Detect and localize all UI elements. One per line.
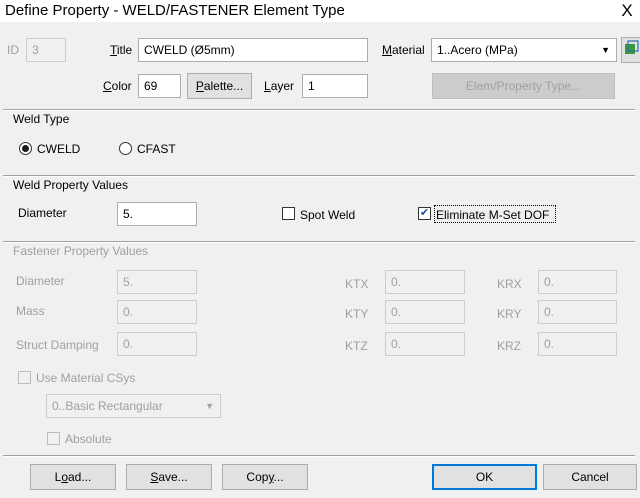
separator-weld-property xyxy=(3,175,635,177)
material-value: 1..Acero (MPa) xyxy=(437,43,518,57)
cfast-label[interactable]: CFAST xyxy=(137,142,176,156)
struct-damping-input: 0. xyxy=(117,332,197,356)
eliminate-mset-checkbox[interactable]: ✔ xyxy=(418,207,431,220)
title-input[interactable]: CWELD (Ø5mm) xyxy=(138,38,368,62)
spot-weld-checkbox[interactable] xyxy=(282,207,295,220)
copy-button[interactable]: Copy... xyxy=(222,464,308,490)
cweld-radio[interactable] xyxy=(19,142,32,155)
absolute-label: Absolute xyxy=(65,432,112,446)
absolute-checkbox xyxy=(47,432,60,445)
krx-label: KRX xyxy=(497,277,522,291)
krz-label: KRZ xyxy=(497,339,521,353)
struct-damping-label: Struct Damping xyxy=(16,338,99,352)
separator-footer xyxy=(3,455,635,457)
krx-input: 0. xyxy=(538,270,617,294)
fastener-diameter-label: Diameter xyxy=(16,274,65,288)
use-material-csys-label: Use Material CSys xyxy=(36,371,136,385)
ktz-input: 0. xyxy=(385,332,465,356)
close-icon[interactable]: X xyxy=(614,0,640,22)
material-browse-icon[interactable] xyxy=(621,37,640,63)
kty-label: KTY xyxy=(345,307,369,321)
title-label: Title xyxy=(110,43,133,57)
palette-button[interactable]: Palette... xyxy=(187,73,252,99)
csys-select: 0..Basic Rectangular ▼ xyxy=(46,394,221,418)
fastener-mass-label: Mass xyxy=(16,304,45,318)
spot-weld-label[interactable]: Spot Weld xyxy=(300,208,355,222)
fastener-mass-input: 0. xyxy=(117,300,197,324)
color-label: Color xyxy=(103,79,132,93)
layer-input[interactable]: 1 xyxy=(302,74,368,98)
weld-property-heading: Weld Property Values xyxy=(13,178,128,192)
separator-fastener xyxy=(3,241,635,243)
cancel-button[interactable]: Cancel xyxy=(543,464,637,490)
layer-label: Layer xyxy=(264,79,295,93)
dropdown-arrow-icon: ▼ xyxy=(205,401,214,411)
define-property-dialog: Define Property - WELD/FASTENER Element … xyxy=(0,0,640,498)
material-label: Material xyxy=(382,43,425,57)
use-material-csys-checkbox xyxy=(18,371,31,384)
krz-input: 0. xyxy=(538,332,617,356)
id-label: ID xyxy=(7,43,19,57)
weld-diameter-input[interactable]: 5. xyxy=(117,202,197,226)
kty-input: 0. xyxy=(385,300,465,324)
material-browse-svg xyxy=(625,40,639,54)
checkmark-icon: ✔ xyxy=(419,207,430,219)
id-field: 3 xyxy=(26,38,66,62)
cweld-label[interactable]: CWELD xyxy=(37,142,80,156)
title-bar: Define Property - WELD/FASTENER Element … xyxy=(0,0,640,22)
fastener-diameter-input: 5. xyxy=(117,270,197,294)
save-button[interactable]: Save... xyxy=(126,464,212,490)
csys-value: 0..Basic Rectangular xyxy=(52,399,163,413)
ok-button[interactable]: OK xyxy=(432,464,537,490)
weld-diameter-label: Diameter xyxy=(18,206,67,220)
dropdown-arrow-icon: ▼ xyxy=(601,45,610,55)
weld-type-heading: Weld Type xyxy=(13,112,70,126)
fastener-heading: Fastener Property Values xyxy=(13,244,149,258)
ktz-label: KTZ xyxy=(345,339,368,353)
window-title: Define Property - WELD/FASTENER Element … xyxy=(5,2,345,19)
eliminate-mset-label[interactable]: Eliminate M-Set DOF xyxy=(436,208,549,222)
ktx-input: 0. xyxy=(385,270,465,294)
separator-weld-type xyxy=(3,109,635,111)
kry-label: KRY xyxy=(497,307,522,321)
load-button[interactable]: Load... xyxy=(30,464,116,490)
cfast-radio[interactable] xyxy=(119,142,132,155)
elem-property-type-button: Elem/Property Type... xyxy=(432,73,615,99)
ktx-label: KTX xyxy=(345,277,369,291)
material-select[interactable]: 1..Acero (MPa) ▼ xyxy=(431,38,617,62)
color-input[interactable]: 69 xyxy=(138,74,181,98)
kry-input: 0. xyxy=(538,300,617,324)
